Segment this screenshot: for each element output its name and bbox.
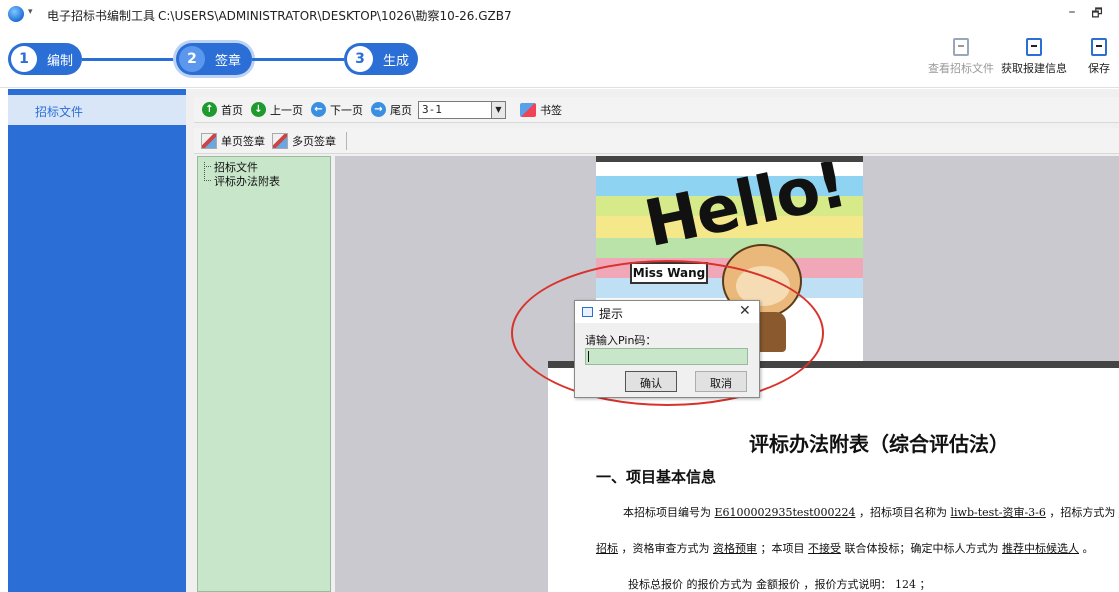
pin-dialog: 提示 ✕ 请输入Pin码： 确认 取消: [574, 300, 760, 398]
close-icon[interactable]: ✕: [739, 303, 751, 319]
paragraph-line-1: 本招标项目编号为 E6100002935test000224 ，招标项目名称为 …: [623, 504, 1119, 520]
window-icon: [582, 307, 593, 317]
step-label: 生成: [383, 53, 410, 69]
text-run: ；本项目: [760, 542, 805, 555]
document-title: 评标办法附表（综合评估法）: [749, 432, 1009, 456]
arrow-left-icon: ←: [311, 102, 326, 117]
save-label: 保存: [1088, 62, 1110, 75]
last-page-button[interactable]: → 尾页: [371, 102, 412, 118]
multi-page-sign-button[interactable]: 多页签章: [272, 132, 336, 149]
page-navigation-toolbar: ↑ 首页 ↓ 上一页 ← 下一页 → 尾页 3-1 ▼ 书签: [194, 97, 1119, 123]
project-name: liwb-test-资审-3-6: [950, 506, 1046, 519]
step-edit[interactable]: 1 编制: [8, 43, 82, 75]
text-run: 联合体投标；确定中标人方式为: [844, 542, 999, 555]
document-view-icon: [953, 38, 969, 56]
step-connector: [82, 58, 176, 61]
cancel-button[interactable]: 取消: [695, 371, 747, 392]
save-button[interactable]: 保存: [1079, 38, 1119, 76]
view-tender-doc-label: 查看招标文件: [928, 62, 994, 75]
multi-page-sign-label: 多页签章: [292, 134, 336, 148]
arrow-right-icon: →: [371, 102, 386, 117]
text-run: ，招标项目名称为: [859, 506, 948, 519]
document-download-icon: [1026, 38, 1042, 56]
tree-item-label: 评标办法附表: [214, 175, 280, 188]
document-tree: 招标文件 评标办法附表: [197, 156, 331, 592]
dialog-title: 提示: [599, 307, 624, 321]
step-connector: [252, 58, 344, 61]
step-label: 签章: [215, 53, 242, 69]
winner-method: 推荐中标候选人: [1002, 542, 1079, 555]
signature-toolbar: 单页签章 多页签章: [194, 128, 1119, 154]
text-run: 。: [1082, 542, 1094, 555]
pin-prompt: 请输入Pin码：: [585, 334, 657, 347]
app-title: 电子招标书编制工具: [47, 9, 156, 23]
stamp-icon: [201, 132, 217, 149]
first-page-button[interactable]: ↑ 首页: [202, 102, 243, 118]
restore-button[interactable]: 🗗: [1089, 4, 1105, 22]
prev-page-button[interactable]: ↓ 上一页: [251, 102, 303, 118]
arrow-down-icon: ↓: [251, 102, 266, 117]
text-run: ，资格审查方式为: [621, 542, 710, 555]
page-select-value: 3-1: [422, 102, 442, 116]
paragraph-line-3: 投标总报价 的报价方式为 金额报价 ，报价方式说明： 124 ；: [628, 578, 931, 591]
arrow-up-icon: ↑: [202, 102, 217, 117]
stamp-icon: [272, 132, 288, 149]
single-page-sign-label: 单页签章: [221, 134, 265, 148]
review-method: 资格预审: [713, 542, 757, 555]
step-number: 1: [11, 46, 37, 72]
minimize-button[interactable]: –: [1064, 4, 1080, 22]
bookmark-button[interactable]: 书签: [506, 102, 562, 118]
get-registration-info-button[interactable]: 获取报建信息: [999, 38, 1069, 76]
tender-method-part2: 招标: [596, 542, 618, 555]
first-page-label: 首页: [221, 103, 243, 117]
file-path: C:\USERS\ADMINISTRATOR\DESKTOP\1026\勘察10…: [158, 9, 512, 23]
pin-input[interactable]: [585, 348, 748, 365]
step-sign[interactable]: 2 签章: [176, 43, 252, 75]
section-heading: 一、项目基本信息: [596, 468, 717, 486]
app-logo-icon[interactable]: [8, 6, 24, 22]
app-menu-caret-icon[interactable]: ▾: [28, 7, 33, 17]
text-run: ，招标方式为: [1049, 506, 1116, 519]
tree-item-evaluation-appendix[interactable]: 评标办法附表: [204, 173, 280, 189]
text-run: 本招标项目编号为: [623, 506, 711, 519]
step-generate[interactable]: 3 生成: [344, 43, 418, 75]
paragraph-line-2: 招标 ，资格审查方式为 资格预审 ；本项目 不接受 联合体投标；确定中标人方式为…: [596, 540, 1094, 556]
save-icon: [1091, 38, 1107, 56]
sidebar-item-tender-doc[interactable]: 招标文件: [8, 95, 186, 125]
step-number: 2: [179, 46, 205, 72]
page-select[interactable]: 3-1 ▼: [418, 100, 506, 119]
next-page-button[interactable]: ← 下一页: [311, 102, 363, 118]
confirm-button[interactable]: 确认: [625, 371, 677, 392]
next-page-label: 下一页: [330, 103, 363, 117]
bookmark-icon: [520, 102, 536, 117]
consortium-policy: 不接受: [808, 542, 841, 555]
dialog-titlebar: 提示 ✕: [575, 301, 759, 323]
toolbar-divider: [346, 131, 347, 150]
bookmark-label: 书签: [540, 103, 562, 117]
sidebar: 招标文件: [8, 89, 186, 592]
step-label: 编制: [47, 53, 74, 69]
single-page-sign-button[interactable]: 单页签章: [201, 132, 265, 149]
project-number: E6100002935test000224: [714, 506, 856, 519]
window-titlebar: ▾ 电子招标书编制工具 C:\USERS\ADMINISTRATOR\DESKT…: [0, 0, 1119, 28]
prev-page-label: 上一页: [270, 103, 303, 117]
last-page-label: 尾页: [390, 103, 412, 117]
steps-bar: 1 编制 2 签章 3 生成 查看招标文件 获取报建信息 保存: [0, 28, 1119, 88]
sidebar-item-label: 招标文件: [35, 105, 84, 119]
view-tender-doc-button[interactable]: 查看招标文件: [926, 38, 996, 76]
get-registration-info-label: 获取报建信息: [1001, 62, 1067, 75]
step-number: 3: [347, 46, 373, 72]
chevron-down-icon[interactable]: ▼: [491, 101, 505, 118]
